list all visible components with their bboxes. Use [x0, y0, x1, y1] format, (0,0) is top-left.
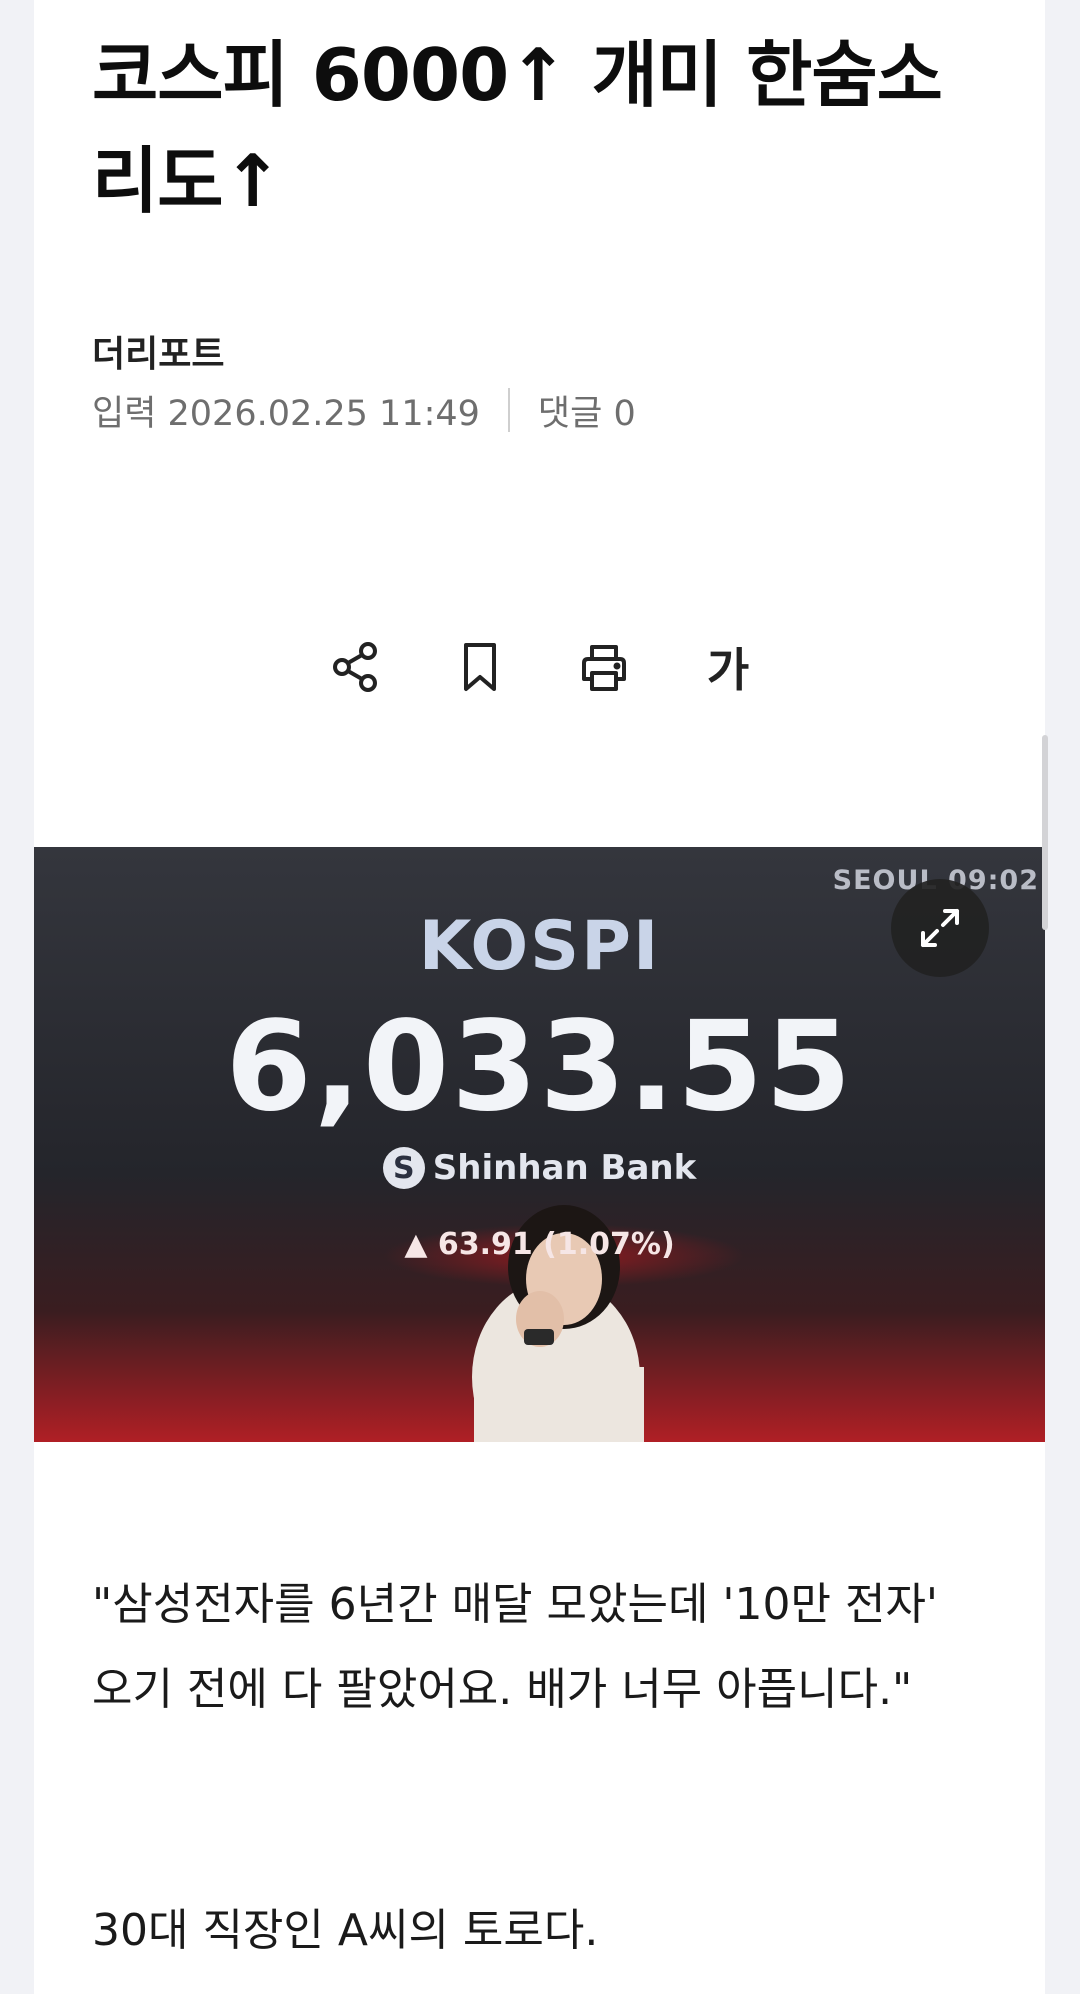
print-button[interactable] [569, 632, 639, 702]
bank-sign: S Shinhan Bank [34, 1147, 1045, 1189]
shinhan-logo-icon: S [382, 1147, 425, 1189]
photo-expand-button[interactable] [891, 879, 989, 977]
bookmark-icon [464, 643, 496, 691]
kospi-value: 6,033.55 [225, 995, 854, 1139]
scrollbar-thumb[interactable] [1042, 735, 1048, 930]
comment-count-link[interactable]: 댓글 0 [538, 385, 636, 436]
article-paragraph: 30대 직장인 A씨의 토로다. [92, 1905, 599, 1956]
font-size-label: 가 [706, 643, 750, 697]
print-icon [582, 645, 626, 691]
bank-name: Shinhan Bank [432, 1148, 697, 1188]
kospi-change: ▲ 63.91 (1.07%) [404, 1227, 675, 1262]
article-toolbar: 가 [321, 632, 763, 702]
article-meta: 입력 2026.02.25 11:49 댓글 0 [92, 388, 636, 434]
published-date: 입력 2026.02.25 11:49 [92, 393, 480, 434]
bookmark-button[interactable] [445, 632, 515, 702]
press-name[interactable]: 더리포트 [92, 325, 224, 377]
expand-icon [921, 909, 959, 947]
article-card: 코스피 6000↑ 개미 한숨소리도↑ 더리포트 입력 2026.02.25 1… [34, 0, 1045, 1994]
share-icon [333, 642, 377, 692]
font-size-button[interactable]: 가 [693, 632, 763, 702]
meta-divider [507, 388, 510, 432]
article-paragraph: "삼성전자를 6년간 매달 모았는데 '10만 전자' 오기 전에 다 팔았어요… [92, 1579, 939, 1715]
article-title: 코스피 6000↑ 개미 한숨소리도↑ [92, 33, 943, 223]
share-button[interactable] [321, 632, 391, 702]
